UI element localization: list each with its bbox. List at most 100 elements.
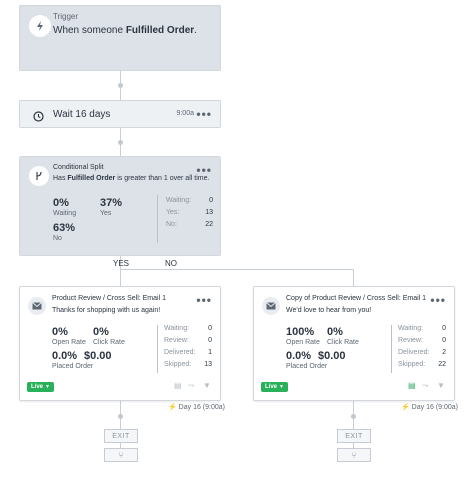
- email-stat-value: 2: [442, 349, 446, 356]
- open-rate-label: Open Rate: [286, 339, 320, 346]
- live-label: Live: [265, 384, 278, 390]
- envelope-icon: [28, 297, 46, 315]
- split-divider: [157, 195, 158, 243]
- email-stat-label: Skipped:: [398, 361, 426, 368]
- delay-text: Day 16 (9:00a): [178, 404, 225, 411]
- trigger-suffix: .: [194, 25, 197, 36]
- trigger-card[interactable]: Trigger When someone Fulfilled Order.: [19, 5, 221, 71]
- live-status-dropdown[interactable]: Live ▼: [27, 382, 54, 392]
- split-stat-value: 22: [205, 221, 213, 228]
- connector-split-no-h: [120, 269, 353, 270]
- split-stat-value: 13: [205, 209, 213, 216]
- email-stat-value: 0: [208, 337, 212, 344]
- email-stat-value: 0: [442, 337, 446, 344]
- bolt-icon: ⚡: [401, 404, 410, 411]
- click-rate-value: 0%: [93, 326, 109, 338]
- email-stat-label: Skipped:: [164, 361, 192, 368]
- connector-dot: [118, 83, 123, 88]
- merge-icon[interactable]: ⑂: [104, 448, 138, 462]
- placed-value: $0.00: [84, 350, 112, 362]
- flow-canvas: Trigger When someone Fulfilled Order. Wa…: [0, 0, 474, 495]
- email-stat-value: 22: [438, 361, 446, 368]
- split-no-pct: 63%: [53, 222, 76, 234]
- connector-dot: [118, 140, 123, 145]
- split-stat-value: 0: [209, 197, 213, 204]
- email-stat-value: 13: [204, 361, 212, 368]
- wait-time: 9:00a: [176, 110, 194, 117]
- trigger-metric: Fulfilled Order: [125, 25, 195, 36]
- split-waiting-pct: 0%: [53, 197, 69, 209]
- split-condition: Has Fulfilled Order is greater than 1 ov…: [53, 175, 209, 182]
- trigger-description: When someone Fulfilled Order.: [53, 25, 197, 36]
- placed-value: $0.00: [318, 350, 346, 362]
- email-subject: We'd love to hear from you!: [286, 307, 372, 314]
- split-waiting-label: Waiting: [53, 210, 77, 217]
- placed-order-label: Placed Order: [286, 363, 328, 370]
- wait-label: Wait 16 days: [53, 109, 111, 120]
- connector-dot: [118, 414, 123, 419]
- split-cond-prefix: Has: [53, 175, 66, 182]
- email-menu-button[interactable]: •••: [196, 293, 212, 307]
- email-stat-label: Waiting:: [164, 325, 190, 332]
- connector-split-no-v: [353, 269, 354, 286]
- split-menu-button[interactable]: •••: [196, 163, 212, 177]
- email-menu-button[interactable]: •••: [430, 293, 446, 307]
- analytics-icon[interactable]: ⤳: [188, 381, 194, 391]
- split-yes-pct: 37%: [100, 197, 123, 209]
- split-title: Conditional Split: [53, 164, 104, 171]
- trigger-label: Trigger: [53, 12, 79, 21]
- trigger-prefix: When someone: [53, 25, 124, 36]
- click-rate-label: Click Rate: [93, 339, 125, 346]
- email-stat-value: 0: [208, 325, 212, 332]
- split-stat-label: No:: [166, 221, 177, 228]
- email-stat-label: Review:: [164, 337, 189, 344]
- delay-label: ⚡ Day 16 (9:00a): [168, 403, 225, 411]
- open-rate-label: Open Rate: [52, 339, 86, 346]
- click-rate-label: Click Rate: [327, 339, 359, 346]
- email-card-no[interactable]: Copy of Product Review / Cross Sell: Ema…: [253, 286, 455, 401]
- email-divider: [157, 325, 158, 373]
- preview-check-icon[interactable]: ▤: [408, 381, 416, 390]
- placed-rate-value: 0.0%: [286, 350, 312, 362]
- wait-menu-button[interactable]: •••: [196, 107, 212, 121]
- clock-icon: [33, 109, 44, 127]
- email-card-yes[interactable]: Product Review / Cross Sell: Email 1 Tha…: [19, 286, 221, 401]
- branch-yes-label: YES: [113, 259, 130, 268]
- email-stat-label: Delivered:: [398, 349, 430, 356]
- open-rate-value: 0%: [52, 326, 68, 338]
- live-status-dropdown[interactable]: Live ▼: [261, 382, 288, 392]
- exit-node-no[interactable]: EXIT: [337, 429, 371, 443]
- delay-text: Day 16 (9:00a): [411, 404, 458, 411]
- filter-icon[interactable]: ▼: [203, 381, 211, 390]
- placed-rate-value: 0.0%: [52, 350, 78, 362]
- analytics-icon[interactable]: ⤳: [422, 381, 428, 391]
- wait-card[interactable]: Wait 16 days 9:00a •••: [19, 100, 221, 128]
- delay-label: ⚡ Day 16 (9:00a): [401, 403, 458, 411]
- split-stat-label: Yes:: [166, 209, 180, 216]
- email-title: Product Review / Cross Sell: Email 1: [52, 295, 166, 302]
- branch-no-label: NO: [165, 259, 177, 268]
- email-stat-value: 1: [208, 349, 212, 356]
- click-rate-value: 0%: [327, 326, 343, 338]
- email-divider: [391, 325, 392, 373]
- exit-node-yes[interactable]: EXIT: [104, 429, 138, 443]
- placed-order-label: Placed Order: [52, 363, 94, 370]
- live-label: Live: [31, 384, 44, 390]
- filter-icon[interactable]: ▼: [437, 381, 445, 390]
- split-cond-metric: Fulfilled Order: [67, 175, 116, 182]
- preview-icon[interactable]: ▤: [174, 381, 182, 390]
- split-icon: [29, 166, 49, 186]
- chevron-down-icon: ▼: [279, 384, 284, 390]
- connector-dot: [351, 414, 356, 419]
- split-stat-label: Waiting:: [166, 197, 192, 204]
- open-rate-value: 100%: [286, 326, 315, 338]
- email-stat-label: Review:: [398, 337, 423, 344]
- envelope-icon: [262, 297, 280, 315]
- conditional-split-card[interactable]: Conditional Split Has Fulfilled Order is…: [19, 156, 221, 256]
- chevron-down-icon: ▼: [45, 384, 50, 390]
- split-no-label: No: [53, 235, 62, 242]
- merge-icon[interactable]: ⑂: [337, 448, 371, 462]
- email-stat-value: 0: [442, 325, 446, 332]
- email-title: Copy of Product Review / Cross Sell: Ema…: [286, 295, 427, 302]
- bolt-icon: ⚡: [168, 404, 177, 411]
